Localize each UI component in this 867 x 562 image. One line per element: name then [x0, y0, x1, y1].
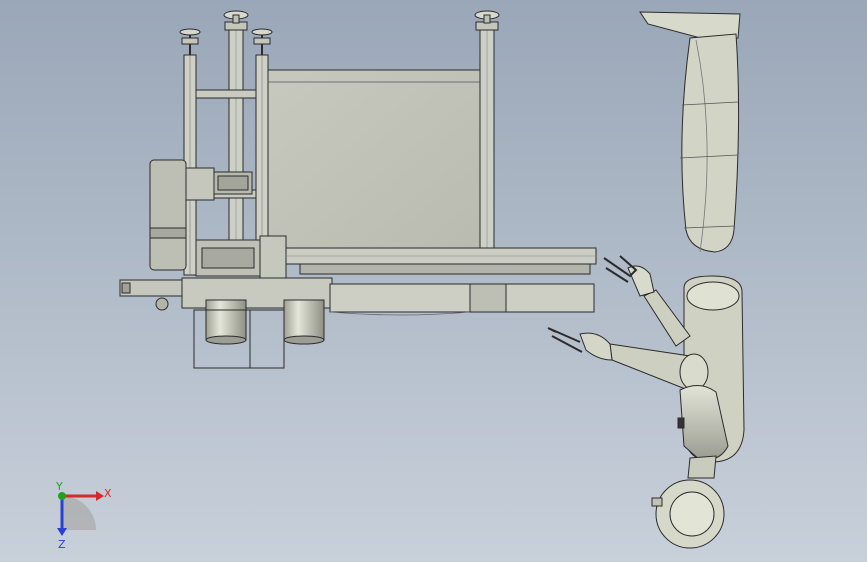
gearbox[interactable]: [195, 235, 287, 281]
leveling-post-center[interactable]: [223, 10, 249, 251]
y-axis-dot: [58, 492, 66, 500]
x-axis-arrowhead: [96, 491, 104, 501]
y-axis-label: Y: [55, 480, 63, 493]
machine-frame[interactable]: [119, 10, 597, 369]
caster-wheel[interactable]: [651, 455, 725, 549]
hopper-left[interactable]: [205, 299, 247, 345]
robot-arm[interactable]: [547, 11, 745, 549]
assembly-drawing[interactable]: X Y Z: [0, 0, 867, 562]
conveyor-rail[interactable]: [285, 247, 597, 275]
input-shaft[interactable]: [119, 279, 183, 311]
hopper-right[interactable]: [283, 299, 325, 345]
gripper-lower[interactable]: [547, 327, 583, 353]
back-panel[interactable]: [261, 69, 485, 256]
cad-viewport[interactable]: X Y Z: [0, 0, 867, 562]
crossbar-upper[interactable]: [195, 89, 257, 99]
z-axis-arrowhead: [57, 528, 67, 536]
upper-link[interactable]: [681, 33, 740, 253]
z-axis-label: Z: [58, 538, 66, 551]
x-axis-label: X: [104, 487, 112, 500]
arm-link-upper[interactable]: [603, 255, 691, 347]
coordinate-triad: X Y Z: [55, 480, 112, 551]
